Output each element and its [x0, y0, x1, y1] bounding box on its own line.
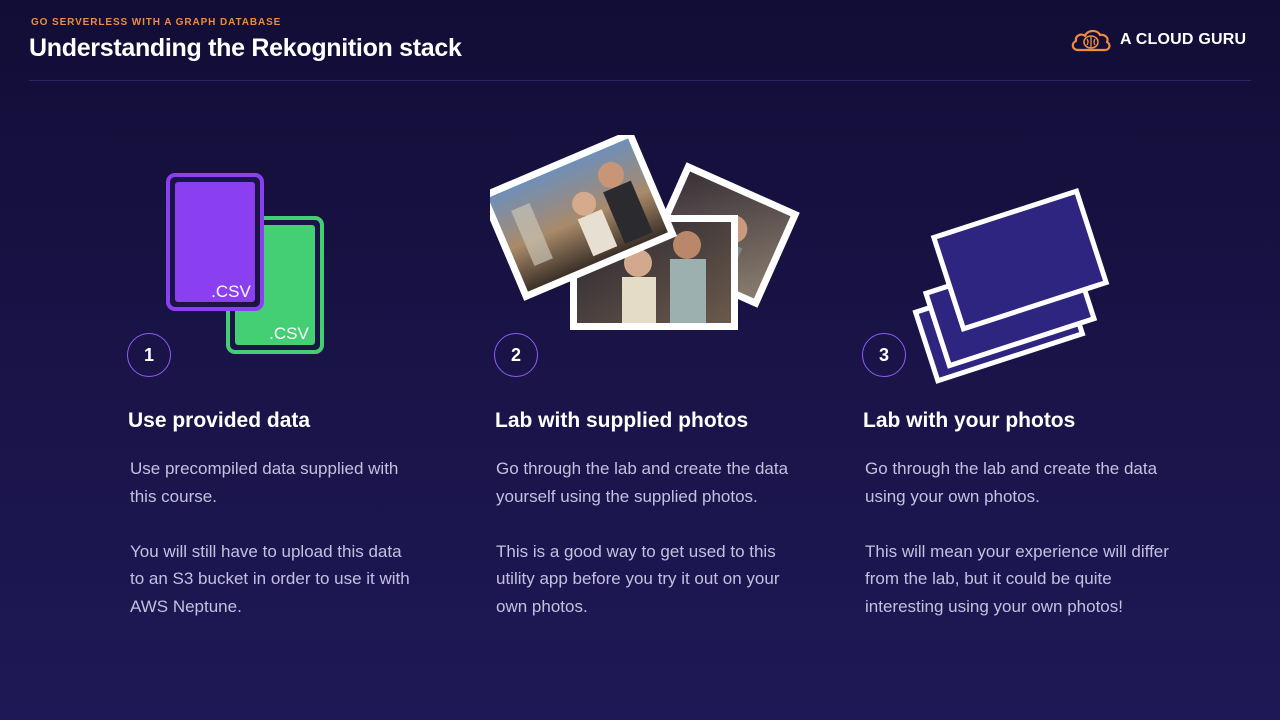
- column-3-paragraph-2: This will mean your experience will diff…: [865, 541, 1169, 616]
- step-number-2: 2: [494, 333, 538, 377]
- column-body-2: Go through the lab and create the data y…: [496, 455, 801, 620]
- logo-text: A CLOUD GURU: [1120, 31, 1247, 48]
- photo-stack-icon: [490, 135, 800, 330]
- header-divider: [29, 80, 1251, 81]
- column-2-paragraph-1: Go through the lab and create the data y…: [496, 459, 789, 506]
- column-body-1: Use precompiled data supplied with this …: [130, 455, 420, 620]
- cloud-brain-icon: [1071, 29, 1111, 52]
- column-heading-2: Lab with supplied photos: [495, 409, 749, 432]
- column-3-paragraph-1: Go through the lab and create the data u…: [865, 459, 1158, 506]
- course-kicker: GO SERVERLESS WITH A GRAPH DATABASE: [31, 17, 282, 28]
- step-number-1: 1: [127, 333, 171, 377]
- csv-files-icon: .CSV .CSV: [166, 173, 324, 354]
- slide-header: GO SERVERLESS WITH A GRAPH DATABASE Unde…: [0, 0, 1280, 81]
- blank-photos-icon: [912, 188, 1110, 384]
- column-2-paragraph-2: This is a good way to get used to this u…: [496, 541, 780, 616]
- column-heading-1: Use provided data: [128, 409, 311, 432]
- column-heading-3: Lab with your photos: [863, 409, 1076, 432]
- column-1-paragraph-2: You will still have to upload this data …: [130, 541, 410, 616]
- column-1-paragraph-1: Use precompiled data supplied with this …: [130, 459, 399, 506]
- slide-title: Understanding the Rekognition stack: [29, 34, 462, 62]
- csv-label-back: .CSV: [269, 324, 309, 343]
- step-number-3: 3: [862, 333, 906, 377]
- brand-logo: A CLOUD GURU: [1069, 26, 1246, 54]
- csv-label-front: .CSV: [211, 282, 251, 301]
- column-body-3: Go through the lab and create the data u…: [865, 455, 1175, 620]
